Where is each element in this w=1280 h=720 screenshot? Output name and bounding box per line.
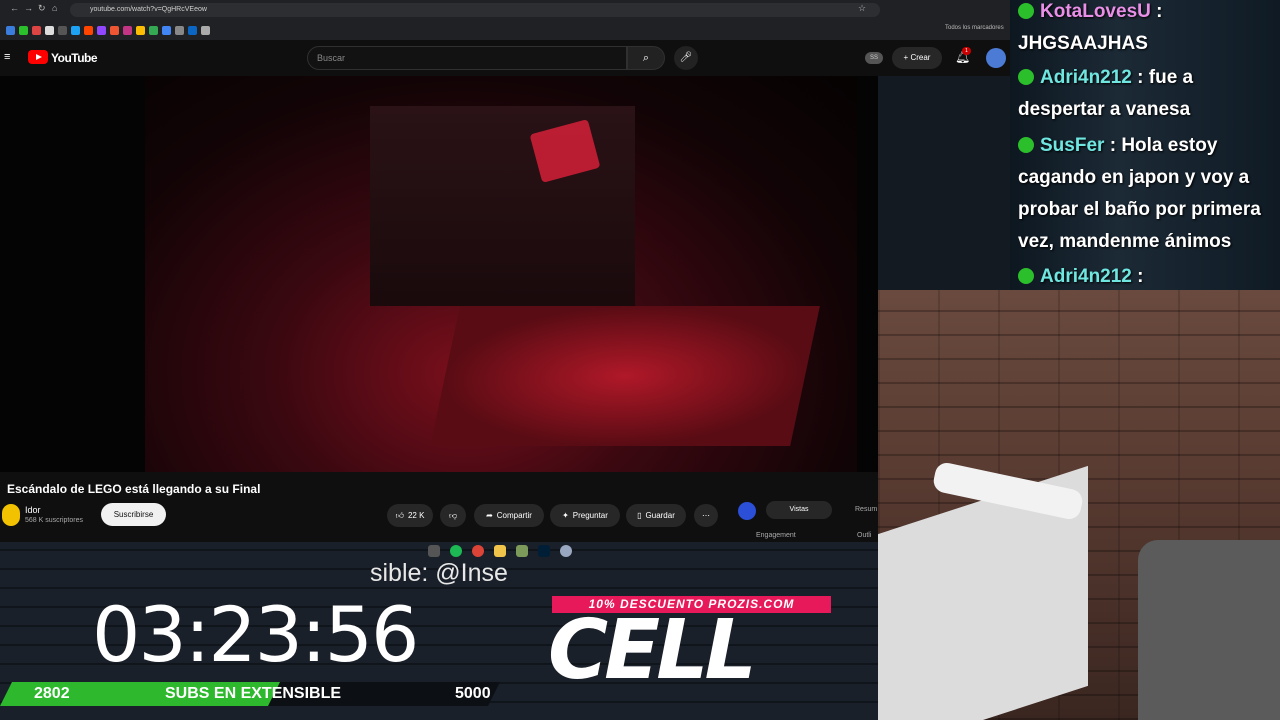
channel-avatar[interactable] xyxy=(2,504,20,526)
bookmark-icon[interactable] xyxy=(6,25,15,35)
taskbar-app-icon[interactable] xyxy=(516,545,528,557)
chat-message: Adri4n212 : xyxy=(1018,261,1278,290)
chat-user-icon xyxy=(1018,268,1034,284)
bookmark-icon[interactable] xyxy=(110,25,119,35)
sponsor-logo: CELL xyxy=(548,603,757,698)
analytics-extension-icon[interactable] xyxy=(738,502,756,520)
bookmark-icon[interactable] xyxy=(175,25,184,35)
back-icon[interactable]: ← xyxy=(10,3,19,13)
outliers-label: Outli xyxy=(857,532,872,539)
chat-username: KotaLovesU xyxy=(1040,1,1151,22)
chrome-icon[interactable] xyxy=(472,545,484,557)
all-bookmarks-link[interactable]: Todos los marcadores xyxy=(945,25,1004,31)
youtube-logo-text[interactable]: YouTube xyxy=(51,51,98,65)
bookmark-icon[interactable] xyxy=(188,25,197,35)
more-icon: ⋯ xyxy=(702,511,710,520)
photoshop-icon[interactable] xyxy=(538,545,550,557)
extension-badge[interactable]: SS xyxy=(865,52,883,64)
bookmark-icon[interactable] xyxy=(84,25,93,35)
notification-count-badge: 1 xyxy=(962,47,971,55)
chat-user-icon xyxy=(1018,137,1034,153)
ask-label: Preguntar xyxy=(572,511,608,520)
chat-username: Adri4n212 xyxy=(1040,266,1132,287)
address-bar[interactable]: youtube.com/watch?v=QgHRcVEeow xyxy=(70,3,880,17)
search-icon[interactable]: ⌕ xyxy=(627,46,665,70)
video-scene-stage xyxy=(430,306,820,446)
bookmark-icon[interactable] xyxy=(123,25,132,35)
like-count: 22 K xyxy=(407,511,425,520)
chat-username: Adri4n212 xyxy=(1040,67,1132,88)
bookmark-icon[interactable] xyxy=(162,25,171,35)
bookmark-icon[interactable] xyxy=(71,25,80,35)
microphone-icon[interactable]: 🎤︎ xyxy=(674,46,698,70)
subscribe-button[interactable]: Suscribirse xyxy=(101,503,166,526)
video-scene-wall xyxy=(370,106,635,306)
chat-panel: KotaLovesU : JHGSAAJHAS Adri4n212 : fue … xyxy=(1010,0,1280,290)
sparkle-icon: ✦ xyxy=(562,511,569,520)
tab-resumen[interactable]: Resum xyxy=(855,506,877,513)
subs-goal: 5000 xyxy=(455,685,491,702)
bookmark-icon[interactable] xyxy=(201,25,210,35)
video-frame xyxy=(145,76,857,472)
bookmark-icon[interactable] xyxy=(97,25,106,35)
chat-username: SusFer xyxy=(1040,135,1105,156)
bookmark-icon[interactable] xyxy=(32,25,41,35)
webcam-chair xyxy=(1138,540,1280,720)
channel-subscriber-count: 568 K suscriptores xyxy=(25,517,83,524)
folder-icon[interactable] xyxy=(494,545,506,557)
menu-icon[interactable]: ≡ xyxy=(4,51,10,63)
bookmarks-bar xyxy=(0,22,1010,38)
spotify-icon[interactable] xyxy=(450,545,462,557)
more-actions-button[interactable]: ⋯ xyxy=(694,504,718,527)
reload-icon[interactable]: ↻ xyxy=(38,3,46,14)
dislike-button[interactable]: 👎︎ xyxy=(440,504,466,527)
video-title: Escándalo de LEGO está llegando a su Fin… xyxy=(7,482,261,496)
account-avatar[interactable] xyxy=(986,48,1006,68)
bookmark-icon[interactable] xyxy=(149,25,158,35)
webcam-feed xyxy=(878,290,1280,720)
subs-count: 2802 xyxy=(34,685,70,702)
thumbs-down-icon: 👎︎ xyxy=(448,511,458,520)
home-icon[interactable]: ⌂ xyxy=(52,3,57,13)
engagement-label: Engagement xyxy=(756,532,796,539)
share-label: Compartir xyxy=(496,511,532,520)
bookmark-icon: ▯ xyxy=(637,511,642,520)
taskbar xyxy=(420,542,610,560)
video-player[interactable] xyxy=(0,76,878,472)
credit-ticker: sible: @Inse xyxy=(370,559,508,587)
channel-name[interactable]: Idor xyxy=(25,505,41,515)
save-button[interactable]: ▯ Guardar xyxy=(626,504,686,527)
subs-label: SUBS EN EXTENSIBLE xyxy=(165,685,342,702)
taskbar-app-icon[interactable] xyxy=(560,545,572,557)
bookmark-icon[interactable] xyxy=(45,25,54,35)
chat-message: SusFer : Hola estoy cagando en japon y v… xyxy=(1018,135,1261,252)
bookmark-icon[interactable] xyxy=(136,25,145,35)
chat-message: Adri4n212 : fue a despertar a vanesa xyxy=(1018,67,1194,120)
chat-user-icon xyxy=(1018,3,1034,19)
bookmark-icon[interactable] xyxy=(58,25,67,35)
forward-icon[interactable]: → xyxy=(24,3,33,13)
chat-user-icon xyxy=(1018,69,1034,85)
youtube-logo-icon[interactable] xyxy=(28,50,48,64)
search-input[interactable]: Buscar xyxy=(307,46,627,70)
chat-text: JHGSAAJHAS xyxy=(1018,33,1148,54)
create-label: Crear xyxy=(910,53,931,62)
bookmark-icon[interactable] xyxy=(19,25,28,35)
thumbs-up-icon: 👍︎ xyxy=(395,511,404,520)
share-icon: ➦ xyxy=(486,511,493,520)
save-label: Guardar xyxy=(645,511,675,520)
taskbar-app-icon[interactable] xyxy=(428,545,440,557)
bookmark-star-icon[interactable]: ☆ xyxy=(858,3,866,14)
stream-timer: 03:23:56 xyxy=(92,590,419,679)
like-button[interactable]: 👍︎ 22 K xyxy=(387,504,433,527)
create-button[interactable]: + Crear xyxy=(892,47,942,69)
ask-button[interactable]: ✦ Preguntar xyxy=(550,504,620,527)
tab-vistas[interactable]: Vistas xyxy=(766,501,832,519)
chat-message: KotaLovesU : JHGSAAJHAS xyxy=(1018,1,1163,54)
share-button[interactable]: ➦ Compartir xyxy=(474,504,544,527)
